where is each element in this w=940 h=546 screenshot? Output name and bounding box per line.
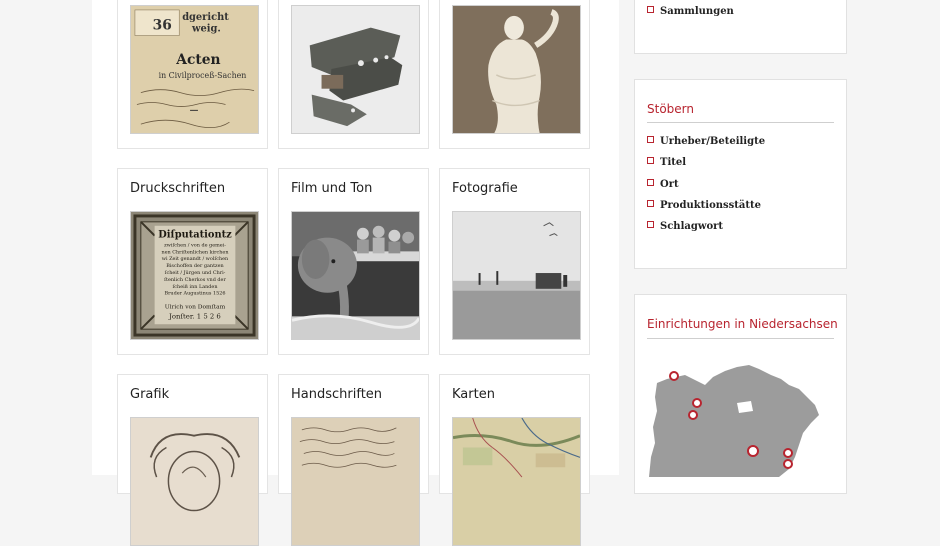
doc-heading: Acten (175, 52, 220, 68)
book-line-4: wi Zeit genandt / wolſchen (162, 256, 229, 262)
browse-link-ort[interactable]: Ort (647, 178, 765, 199)
book-line-5: Bischoffen der gantzen (166, 263, 224, 269)
doc-court-fragment: dgericht (182, 12, 229, 23)
druckschriften-thumbnail[interactable]: Diſputationtz zwiſchen / von de gemei- n… (130, 211, 259, 340)
category-card-fotografie[interactable]: Fotografie (439, 168, 590, 355)
bullet-square-icon (647, 199, 654, 207)
akten-thumbnail[interactable]: 36 dgericht weig. Acten in Civilproceß-S… (130, 5, 259, 134)
bullet-square-icon (647, 136, 654, 143)
browse-link-label[interactable]: Titel (660, 157, 686, 168)
browse-link-schlagwort[interactable]: Schlagwort (647, 220, 765, 241)
category-card-akten[interactable]: 36 dgericht weig. Acten in Civilproceß-S… (117, 0, 268, 149)
sidebar-link-sammlungen-label[interactable]: Sammlungen (660, 6, 734, 17)
browse-link-titel[interactable]: Titel (647, 156, 765, 177)
grafik-thumbnail[interactable] (130, 417, 259, 546)
browse-list: Urheber/Beteiligte Titel Ort Produktions… (647, 135, 765, 241)
objekte-thumbnail[interactable] (291, 5, 420, 134)
map-marker[interactable] (747, 445, 759, 457)
book-line-2: zwiſchen / von de gemei- (164, 242, 226, 248)
skulptur-thumbnail[interactable] (452, 5, 581, 134)
category-card-grafik[interactable]: Grafik (117, 374, 268, 546)
browse-title: Stöbern (647, 102, 694, 116)
book-line-6: ſcheit / Jürgen und Chri- (165, 270, 226, 276)
bullet-square-icon (647, 221, 654, 229)
collections-list: Sammlungen (647, 5, 734, 26)
bullet-square-icon (647, 157, 654, 165)
niedersachsen-map[interactable] (649, 361, 835, 477)
karten-thumbnail[interactable] (452, 417, 581, 546)
browse-link-label[interactable]: Urheber/Beteiligte (660, 136, 765, 147)
book-line-3: nen Chriſtenlichen kirchen (161, 249, 229, 255)
book-line-1: Diſputationtz (158, 230, 232, 241)
sidebar-link-sammlungen[interactable]: Sammlungen (647, 5, 734, 26)
sidebar-box-browse: Stöbern Urheber/Beteiligte Titel Ort Pro… (634, 79, 847, 269)
doc-number: 36 (153, 18, 172, 34)
map-marker[interactable] (783, 459, 793, 469)
book-line-10: Ulrich von Domſtam (165, 304, 226, 310)
category-label-grafik[interactable]: Grafik (130, 387, 169, 402)
book-line-8: ſcheiß inn Landen (172, 284, 218, 290)
browse-link-label[interactable]: Ort (660, 179, 679, 190)
browse-link-label[interactable]: Produktionsstätte (660, 200, 761, 211)
bullet-square-icon (647, 178, 654, 186)
map-marker[interactable] (692, 398, 702, 408)
doc-court-fragment-2: weig. (191, 24, 221, 35)
category-card-film-und-ton[interactable]: Film und Ton (278, 168, 429, 355)
book-line-11: Jonſter. 1 5 2 6 (168, 312, 221, 320)
map-marker[interactable] (783, 448, 793, 458)
map-region-shape (649, 365, 819, 477)
category-label-film-und-ton[interactable]: Film und Ton (291, 181, 372, 196)
doc-subheading: in Civilproceß-Sachen (159, 71, 247, 80)
institutions-divider (647, 338, 834, 339)
category-label-handschriften[interactable]: Handschriften (291, 387, 382, 402)
bremen-cutout (737, 401, 753, 413)
category-label-druckschriften[interactable]: Druckschriften (130, 181, 225, 196)
institutions-title: Einrichtungen in Niedersachsen (647, 317, 838, 331)
handschriften-thumbnail[interactable] (291, 417, 420, 546)
category-label-karten[interactable]: Karten (452, 387, 495, 402)
category-card-karten[interactable]: Karten (439, 374, 590, 546)
browse-divider (647, 122, 834, 123)
browse-link-label[interactable]: Schlagwort (660, 221, 723, 232)
sidebar-box-collections: Sammlungen (634, 0, 847, 54)
category-card-skulptur[interactable] (439, 0, 590, 149)
category-card-handschriften[interactable]: Handschriften (278, 374, 429, 546)
book-line-7: ſtenlich Cherkos vnd der (164, 277, 226, 283)
sidebar-box-institutions: Einrichtungen in Niedersachsen (634, 294, 847, 494)
browse-link-urheber[interactable]: Urheber/Beteiligte (647, 135, 765, 156)
category-card-objekte[interactable] (278, 0, 429, 149)
map-marker[interactable] (669, 371, 679, 381)
film-und-ton-thumbnail[interactable] (291, 211, 420, 340)
browse-link-produktionsstaette[interactable]: Produktionsstätte (647, 199, 765, 220)
map-marker[interactable] (688, 410, 698, 420)
category-card-druckschriften[interactable]: Druckschriften Diſputationtz zwiſchen / … (117, 168, 268, 355)
bullet-square-icon (647, 6, 654, 13)
category-label-fotografie[interactable]: Fotografie (452, 181, 518, 196)
book-line-9: Bruder Augustinus 1526 (164, 291, 225, 297)
fotografie-thumbnail[interactable] (452, 211, 581, 340)
